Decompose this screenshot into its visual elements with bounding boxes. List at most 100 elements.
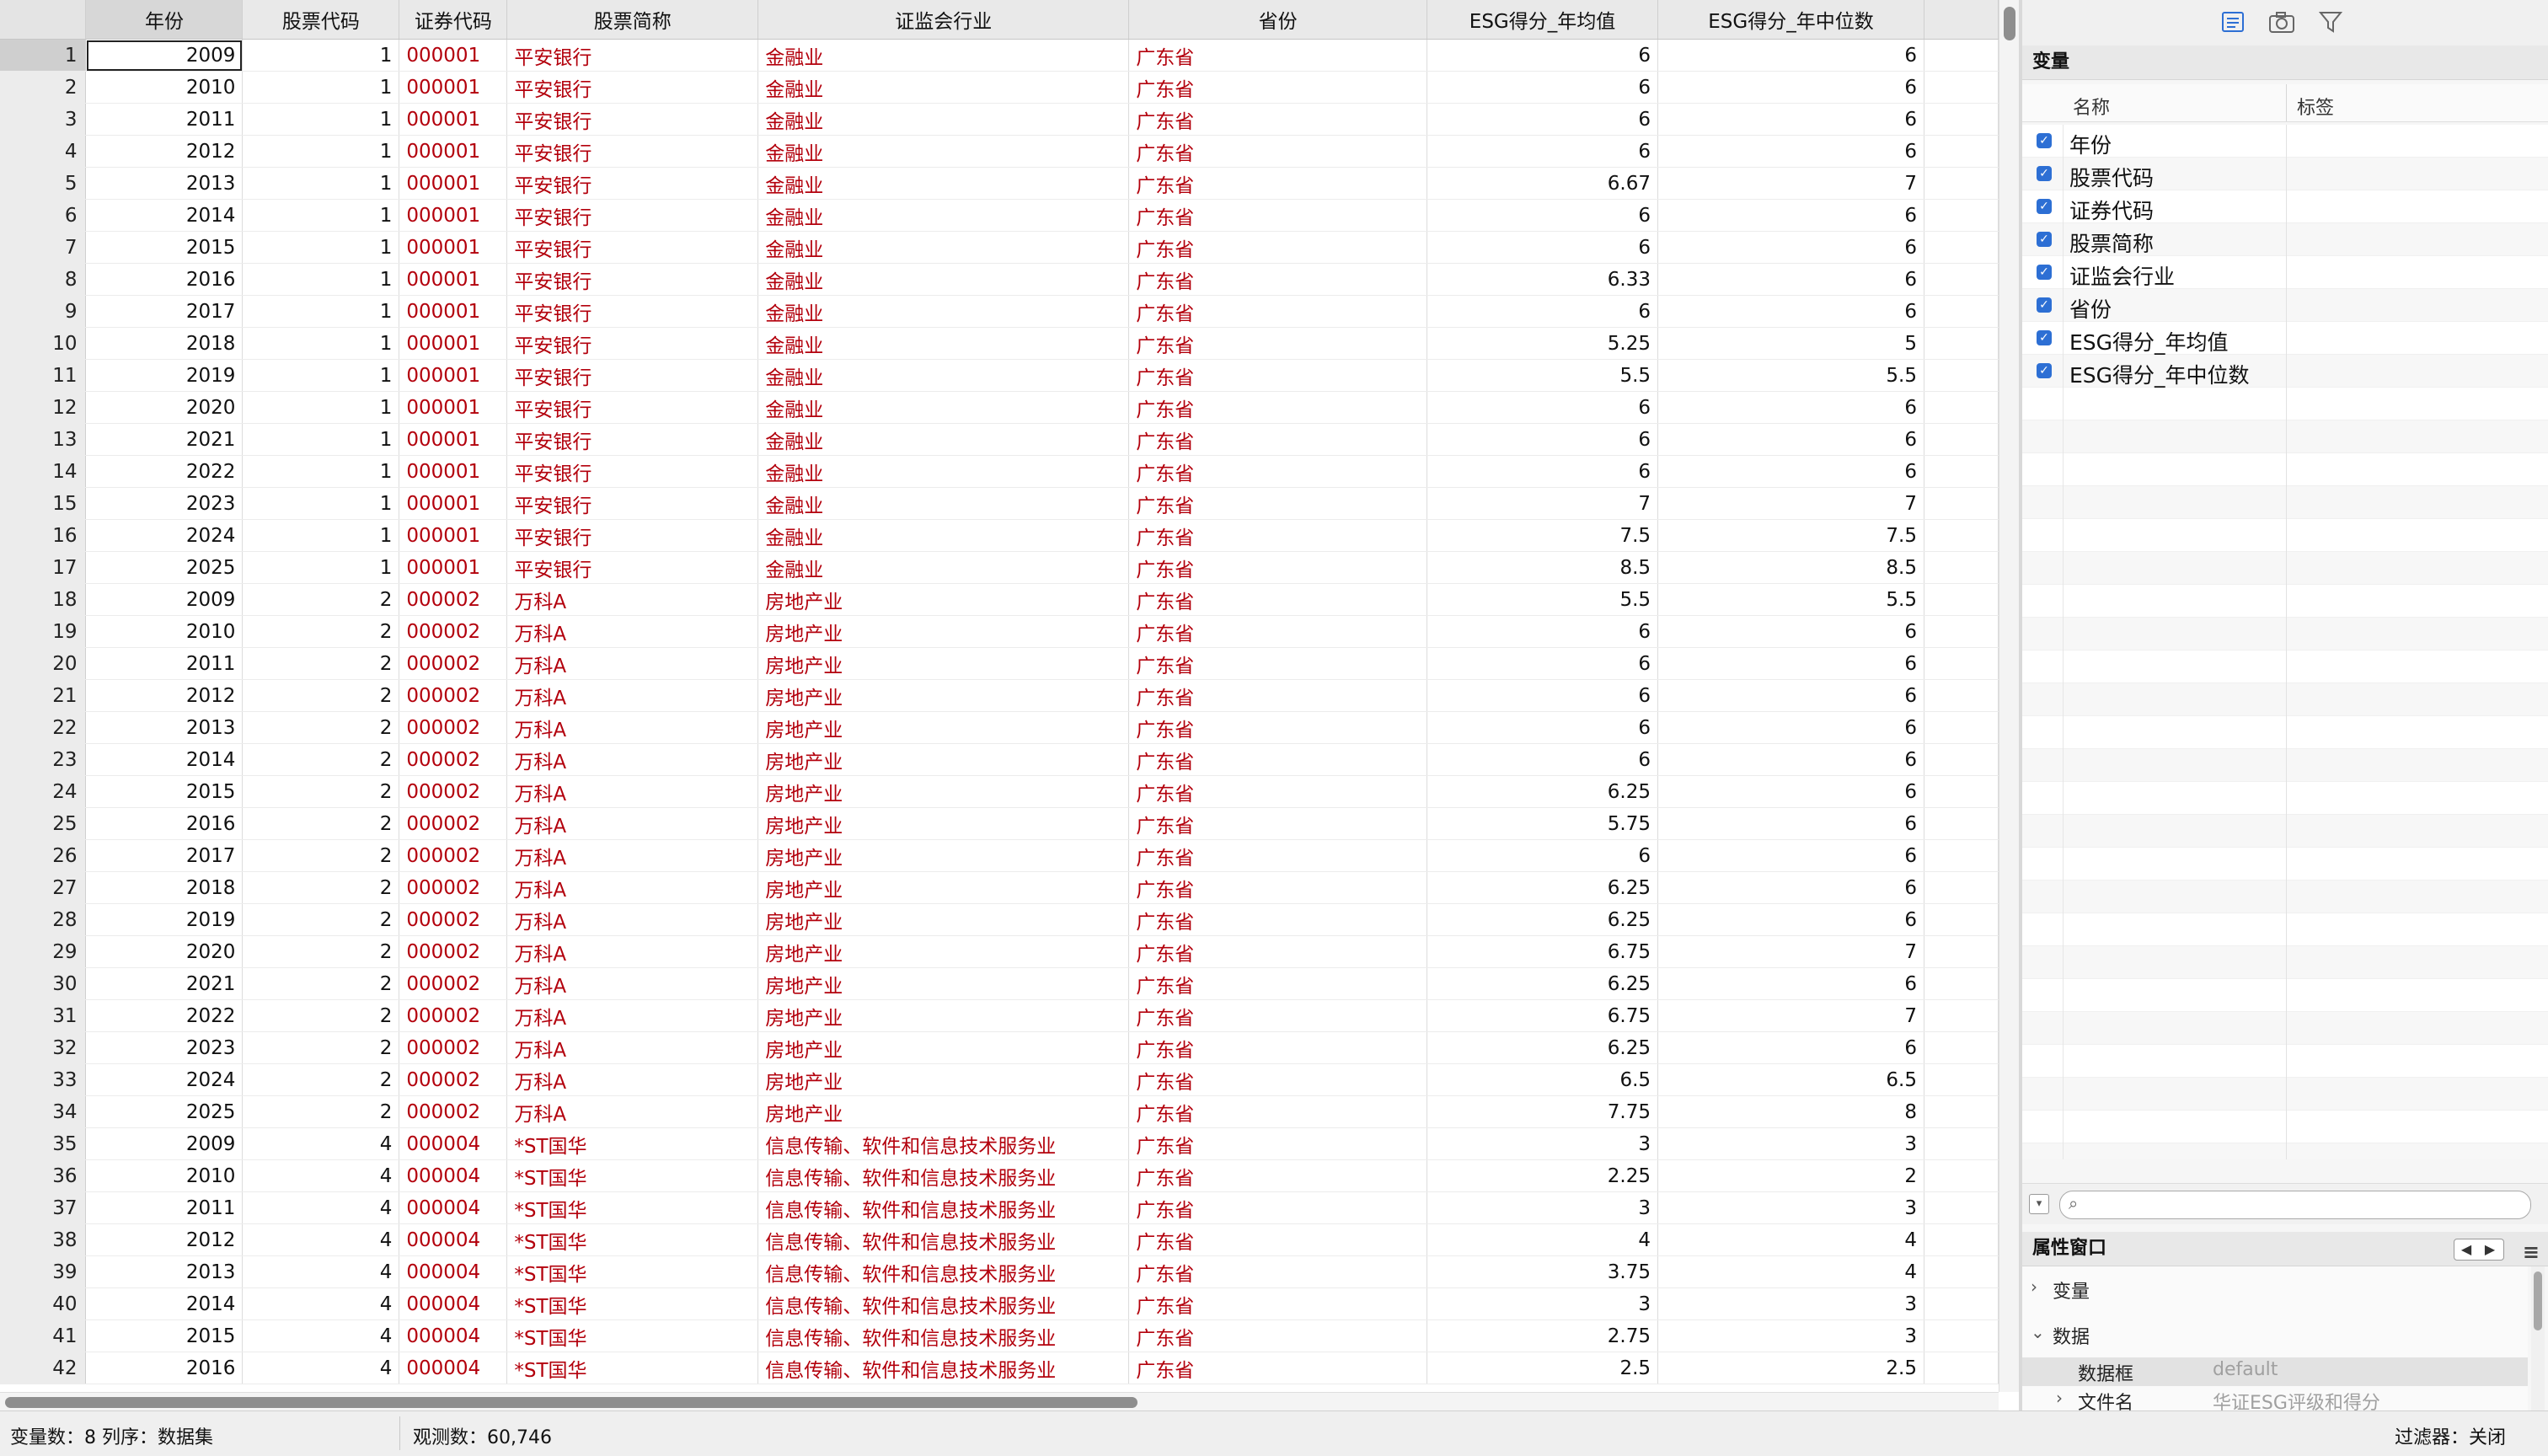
- table-cell[interactable]: 广东省: [1128, 1031, 1428, 1064]
- table-cell[interactable]: 6: [1427, 711, 1659, 744]
- table-cell[interactable]: 广东省: [1128, 327, 1428, 360]
- table-cell[interactable]: 信息传输、软件和信息技术服务业: [757, 1127, 1130, 1160]
- table-cell[interactable]: 万科A: [506, 743, 759, 776]
- table-cell[interactable]: 2009: [85, 1127, 244, 1160]
- table-cell[interactable]: 金融业: [757, 487, 1130, 520]
- row-number[interactable]: 24: [0, 775, 87, 808]
- row-number[interactable]: 28: [0, 903, 87, 936]
- table-cell[interactable]: 000001: [399, 199, 508, 232]
- table-cell[interactable]: 000001: [399, 551, 508, 584]
- table-cell[interactable]: 房地产业: [757, 711, 1130, 744]
- table-row[interactable]: 26 2017 2 000002 万科A 房地产业 广东省 6 6: [0, 839, 1999, 872]
- table-cell[interactable]: 2: [242, 871, 400, 904]
- variable-search-input[interactable]: [2097, 1194, 2522, 1216]
- table-cell[interactable]: 4: [1657, 1255, 1924, 1288]
- table-cell[interactable]: 金融业: [757, 423, 1130, 456]
- table-cell[interactable]: 000004: [399, 1127, 508, 1160]
- table-row[interactable]: 40 2014 4 000004 *ST国华 信息传输、软件和信息技术服务业 广东省 3 3: [0, 1287, 1999, 1320]
- table-cell[interactable]: 7.5: [1657, 519, 1924, 552]
- table-row[interactable]: 30 2021 2 000002 万科A 房地产业 广东省 6.25 6: [0, 967, 1999, 1000]
- table-cell[interactable]: 广东省: [1128, 1352, 1428, 1384]
- table-cell[interactable]: 6: [1657, 199, 1924, 232]
- table-cell[interactable]: 6.25: [1427, 903, 1659, 936]
- table-cell[interactable]: 6: [1657, 423, 1924, 456]
- table-cell[interactable]: 6.25: [1427, 1031, 1659, 1064]
- table-cell[interactable]: 2014: [85, 199, 244, 232]
- row-number[interactable]: 15: [0, 487, 87, 520]
- table-cell[interactable]: 000002: [399, 807, 508, 840]
- table-cell[interactable]: 信息传输、软件和信息技术服务业: [757, 1191, 1130, 1224]
- column-header[interactable]: 股票简称: [506, 0, 759, 40]
- table-cell[interactable]: 2014: [85, 1287, 244, 1320]
- variables-icon[interactable]: [2219, 10, 2246, 35]
- table-cell[interactable]: 1: [242, 359, 400, 392]
- snapshot-camera-icon[interactable]: [2268, 10, 2295, 35]
- table-cell[interactable]: 金融业: [757, 167, 1130, 200]
- table-row[interactable]: 18 2009 2 000002 万科A 房地产业 广东省 5.5 5.5: [0, 583, 1999, 616]
- table-cell[interactable]: 广东省: [1128, 487, 1428, 520]
- filter-funnel-icon[interactable]: [2317, 10, 2344, 35]
- table-cell[interactable]: 2022: [85, 999, 244, 1032]
- row-number[interactable]: 19: [0, 615, 87, 648]
- table-cell[interactable]: 000004: [399, 1159, 508, 1192]
- variable-checkbox[interactable]: ✓: [2037, 166, 2052, 181]
- table-cell[interactable]: 000002: [399, 871, 508, 904]
- table-cell[interactable]: 万科A: [506, 871, 759, 904]
- table-cell[interactable]: 2018: [85, 327, 244, 360]
- table-row[interactable]: 11 2019 1 000001 平安银行 金融业 广东省 5.5 5.5: [0, 359, 1999, 392]
- table-cell[interactable]: 2014: [85, 743, 244, 776]
- table-cell[interactable]: 广东省: [1128, 1287, 1428, 1320]
- row-number[interactable]: 29: [0, 935, 87, 968]
- table-cell[interactable]: 5: [1657, 327, 1924, 360]
- table-cell[interactable]: 000004: [399, 1191, 508, 1224]
- table-cell[interactable]: 3.75: [1427, 1255, 1659, 1288]
- row-number[interactable]: 11: [0, 359, 87, 392]
- table-row[interactable]: 5 2013 1 000001 平安银行 金融业 广东省 6.67 7: [0, 167, 1999, 200]
- table-cell[interactable]: 6.67: [1427, 167, 1659, 200]
- table-row[interactable]: 29 2020 2 000002 万科A 房地产业 广东省 6.75 7: [0, 935, 1999, 968]
- table-cell[interactable]: 6: [1427, 231, 1659, 264]
- table-row[interactable]: 19 2010 2 000002 万科A 房地产业 广东省 6 6: [0, 615, 1999, 648]
- table-row[interactable]: 31 2022 2 000002 万科A 房地产业 广东省 6.75 7: [0, 999, 1999, 1032]
- grid-vertical-scrollbar[interactable]: [1999, 0, 2020, 1392]
- table-cell[interactable]: 广东省: [1128, 999, 1428, 1032]
- variable-checkbox[interactable]: ✓: [2037, 265, 2052, 280]
- table-cell[interactable]: *ST国华: [506, 1255, 759, 1288]
- table-cell[interactable]: 6: [1657, 295, 1924, 328]
- table-row[interactable]: 3 2011 1 000001 平安银行 金融业 广东省 6 6: [0, 103, 1999, 136]
- table-cell[interactable]: 000002: [399, 615, 508, 648]
- variable-row[interactable]: ✓ 年份: [2022, 125, 2548, 158]
- table-cell[interactable]: 1: [242, 263, 400, 296]
- table-cell[interactable]: 金融业: [757, 39, 1130, 72]
- table-cell[interactable]: 6.25: [1427, 871, 1659, 904]
- table-cell[interactable]: 平安银行: [506, 39, 759, 72]
- table-cell[interactable]: 房地产业: [757, 935, 1130, 968]
- table-cell[interactable]: 000002: [399, 647, 508, 680]
- table-cell[interactable]: 6: [1427, 39, 1659, 72]
- table-row[interactable]: 9 2017 1 000001 平安银行 金融业 广东省 6 6: [0, 295, 1999, 328]
- table-cell[interactable]: 广东省: [1128, 1095, 1428, 1128]
- table-cell[interactable]: 6.75: [1427, 999, 1659, 1032]
- table-cell[interactable]: 6: [1427, 71, 1659, 104]
- table-cell[interactable]: 金融业: [757, 359, 1130, 392]
- table-cell[interactable]: 2011: [85, 1191, 244, 1224]
- table-cell[interactable]: 2: [242, 647, 400, 680]
- row-number[interactable]: 22: [0, 711, 87, 744]
- table-cell[interactable]: 000001: [399, 167, 508, 200]
- table-cell[interactable]: *ST国华: [506, 1223, 759, 1256]
- table-cell[interactable]: 000001: [399, 103, 508, 136]
- table-cell[interactable]: 2: [1657, 1159, 1924, 1192]
- row-number[interactable]: 18: [0, 583, 87, 616]
- table-cell[interactable]: 000002: [399, 1095, 508, 1128]
- table-cell[interactable]: 万科A: [506, 615, 759, 648]
- table-cell[interactable]: 6: [1427, 135, 1659, 168]
- table-cell[interactable]: 金融业: [757, 199, 1130, 232]
- next-arrow-icon[interactable]: ▶: [2478, 1239, 2502, 1260]
- table-cell[interactable]: 平安银行: [506, 135, 759, 168]
- table-cell[interactable]: 2020: [85, 935, 244, 968]
- table-cell[interactable]: 6.75: [1427, 935, 1659, 968]
- table-cell[interactable]: 7: [1657, 935, 1924, 968]
- table-cell[interactable]: 2: [242, 903, 400, 936]
- table-cell[interactable]: 000002: [399, 967, 508, 1000]
- row-number[interactable]: 26: [0, 839, 87, 872]
